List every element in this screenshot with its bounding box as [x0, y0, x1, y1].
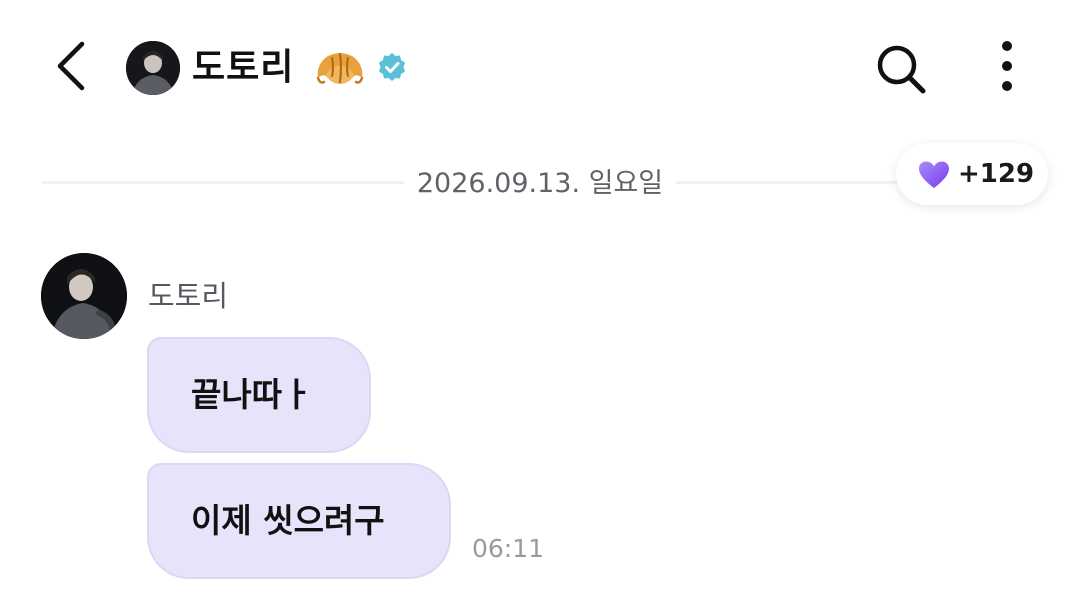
verified-badge-icon: [376, 51, 408, 83]
profile-photo: [126, 41, 180, 95]
message-timestamp: 06:11: [472, 534, 545, 563]
chat-screen: 도토리 2026.09.13. 일요일 +129 도토리 끝나따ㅏ 이제 씻으려…: [0, 0, 1080, 589]
date-divider-line-left: [42, 181, 404, 184]
message-bubble[interactable]: 끝나따ㅏ: [147, 337, 371, 453]
more-vertical-icon: [1002, 41, 1012, 91]
search-button[interactable]: [872, 40, 930, 98]
date-divider-line-right: [676, 181, 926, 184]
chat-header: 도토리: [0, 0, 1080, 130]
more-options-button[interactable]: [988, 38, 1026, 98]
date-divider: 2026.09.13. 일요일: [416, 168, 664, 199]
heart-reaction-chip[interactable]: +129: [896, 143, 1048, 205]
back-button[interactable]: [48, 38, 94, 94]
sender-name: 도토리: [148, 279, 229, 313]
reaction-count: +129: [958, 159, 1035, 189]
back-arrow-icon: [57, 41, 85, 91]
profile-photo: [41, 253, 127, 339]
purple-heart-icon: [918, 160, 950, 190]
sender-avatar[interactable]: [41, 253, 127, 339]
search-icon: [877, 45, 926, 94]
header-avatar[interactable]: [126, 41, 180, 95]
message-bubble[interactable]: 이제 씻으려구: [147, 463, 451, 579]
croissant-icon: [312, 44, 368, 92]
chat-title: 도토리: [192, 47, 295, 88]
